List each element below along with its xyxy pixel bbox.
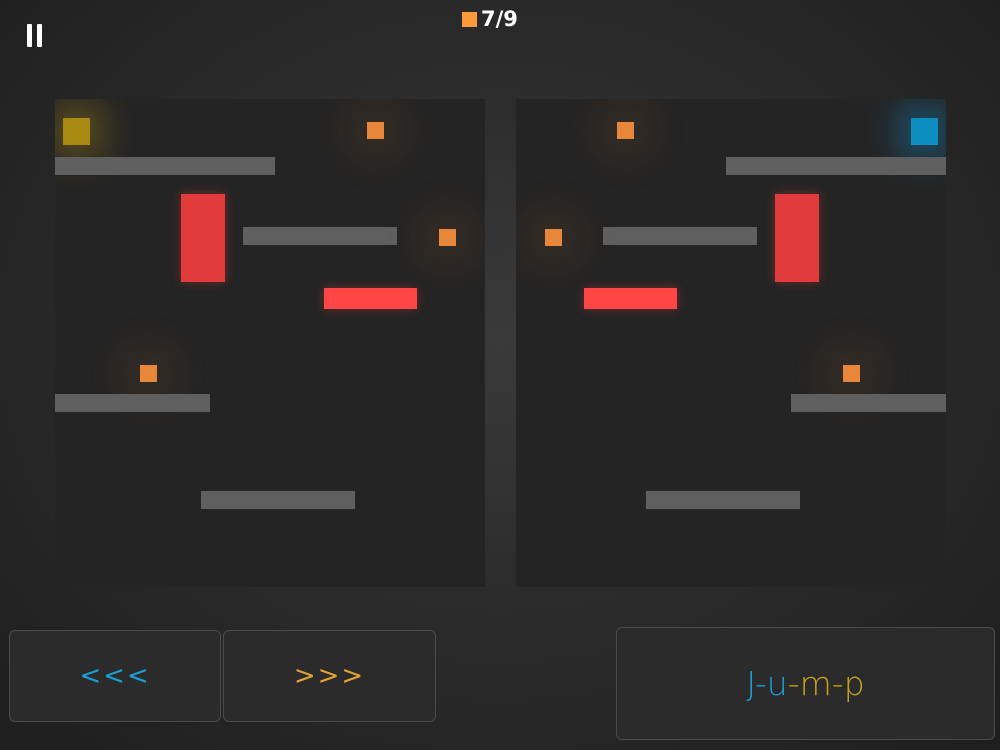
blue-player-square xyxy=(911,118,938,145)
platform xyxy=(791,394,946,412)
left-level-panel xyxy=(55,99,485,587)
yellow-player-square xyxy=(63,118,90,145)
pause-icon xyxy=(27,24,32,47)
coin-count: 7/9 xyxy=(481,7,518,31)
move-left-button[interactable]: <<< xyxy=(9,630,221,722)
platform xyxy=(646,491,800,509)
jump-button[interactable]: J-u-m-p xyxy=(616,627,995,740)
move-right-button[interactable]: >>> xyxy=(223,630,436,722)
red-hazard-bar xyxy=(324,288,417,309)
orange-coin xyxy=(617,122,634,139)
coin-counter: 7/9 xyxy=(462,6,518,32)
orange-coin xyxy=(843,365,860,382)
orange-coin xyxy=(545,229,562,246)
platform xyxy=(201,491,355,509)
pause-button[interactable] xyxy=(22,22,48,50)
orange-coin xyxy=(439,229,456,246)
jump-label: J-u-m-p xyxy=(746,664,865,703)
red-hazard-bar xyxy=(584,288,677,309)
move-left-label: <<< xyxy=(79,661,151,691)
orange-square-icon xyxy=(462,11,477,27)
orange-coin xyxy=(367,122,384,139)
right-level-panel xyxy=(516,99,946,587)
red-hazard-block xyxy=(775,194,819,282)
platform xyxy=(726,157,946,175)
platform xyxy=(603,227,757,245)
platform xyxy=(243,227,397,245)
red-hazard-block xyxy=(181,194,225,282)
platform xyxy=(55,157,275,175)
move-right-label: >>> xyxy=(293,661,366,691)
orange-coin xyxy=(140,365,157,382)
platform xyxy=(55,394,210,412)
